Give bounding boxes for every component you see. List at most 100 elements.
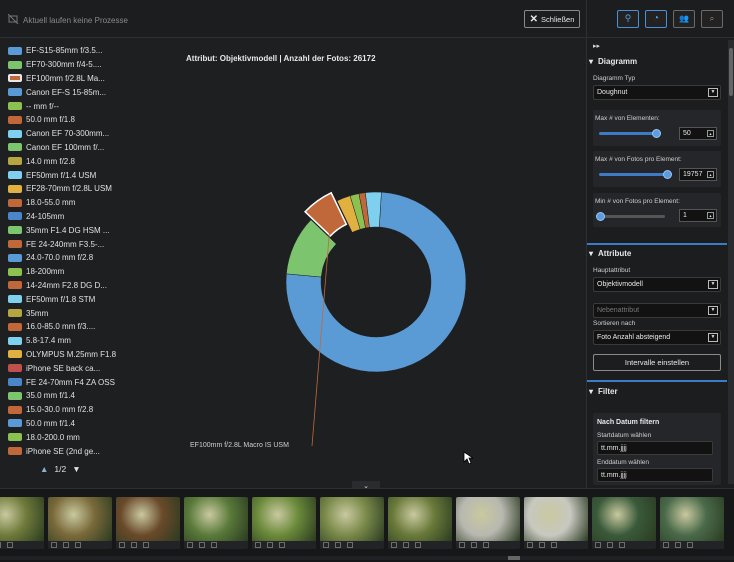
photo-thumbnail[interactable]	[0, 497, 44, 549]
legend-item[interactable]: 24.0-70.0 mm f/2.8	[8, 251, 178, 265]
photo-thumbnail[interactable]	[660, 497, 724, 549]
star-icon[interactable]	[619, 542, 625, 548]
photo-thumbnail[interactable]	[524, 497, 588, 549]
legend-item[interactable]: 18-200mm	[8, 265, 178, 279]
pager-next-icon[interactable]: ▼	[72, 464, 80, 474]
people-tool-button[interactable]: 👥	[673, 9, 695, 28]
close-button[interactable]: ✕ Schließen	[524, 10, 580, 28]
flag-icon[interactable]	[403, 542, 409, 548]
scrollbar-thumb[interactable]	[508, 556, 520, 560]
star-icon[interactable]	[279, 542, 285, 548]
star-icon[interactable]	[551, 542, 557, 548]
set-intervals-button[interactable]: Intervalle einstellen	[593, 354, 721, 371]
legend-item[interactable]: EF100mm f/2.8L Ma...	[8, 72, 178, 86]
photo-thumbnail[interactable]	[116, 497, 180, 549]
end-date-input[interactable]: tt.mm.jjjj	[597, 468, 713, 482]
slider-knob[interactable]	[663, 170, 672, 179]
legend-item[interactable]: OLYMPUS M.25mm F1.8	[8, 348, 178, 362]
sidebar-scrollbar[interactable]	[728, 40, 734, 484]
min-photos-input[interactable]: 1 ▴	[679, 209, 717, 222]
legend-item[interactable]: 5.8-17.4 mm	[8, 334, 178, 348]
star-icon[interactable]	[483, 542, 489, 548]
legend-item[interactable]: 50.0 mm f/1.4	[8, 417, 178, 431]
legend-item[interactable]: 18.0-200.0 mm	[8, 430, 178, 444]
legend-item[interactable]: 35mm	[8, 306, 178, 320]
flag-icon[interactable]	[63, 542, 69, 548]
section-filter[interactable]: ▾ Filter	[589, 387, 618, 396]
secondary-attribute-select[interactable]: Nebenattribut ▼	[593, 303, 721, 318]
flag-icon[interactable]	[199, 542, 205, 548]
legend-item[interactable]: EF70-300mm f/4-5....	[8, 58, 178, 72]
stepper-icon[interactable]: ▴	[707, 171, 714, 178]
flag-icon[interactable]	[131, 542, 137, 548]
star-icon[interactable]	[687, 542, 693, 548]
star-icon[interactable]	[211, 542, 217, 548]
star-icon[interactable]	[143, 542, 149, 548]
legend-item[interactable]: EF-S15-85mm f/3.5...	[8, 44, 178, 58]
legend-item[interactable]: 14-24mm F2.8 DG D...	[8, 279, 178, 293]
main-attribute-select[interactable]: Objektivmodell ▼	[593, 277, 721, 292]
photo-thumbnail[interactable]	[388, 497, 452, 549]
legend-item[interactable]: 14.0 mm f/2.8	[8, 154, 178, 168]
legend-item[interactable]: 16.0-85.0 mm f/3....	[8, 320, 178, 334]
max-elements-slider[interactable]	[599, 129, 661, 138]
select-checkbox[interactable]	[527, 542, 533, 548]
select-checkbox[interactable]	[187, 542, 193, 548]
star-icon[interactable]	[347, 542, 353, 548]
flag-icon[interactable]	[539, 542, 545, 548]
chart-tool-button[interactable]: ◔	[645, 9, 667, 28]
section-diagramm[interactable]: ▾ Diagramm	[589, 57, 637, 66]
tag-tool-button[interactable]: ⚲	[617, 9, 639, 28]
select-checkbox[interactable]	[459, 542, 465, 548]
select-checkbox[interactable]	[119, 542, 125, 548]
photo-thumbnail[interactable]	[184, 497, 248, 549]
legend-item[interactable]: 18.0-55.0 mm	[8, 196, 178, 210]
legend-item[interactable]: Canon EF 70-300mm...	[8, 127, 178, 141]
legend-item[interactable]: EF50mm f/1.8 STM	[8, 292, 178, 306]
photo-thumbnail[interactable]	[592, 497, 656, 549]
search-tool-button[interactable]: ⌕	[701, 9, 723, 28]
flag-icon[interactable]	[607, 542, 613, 548]
legend-item[interactable]: iPhone SE (2nd ge...	[8, 444, 178, 458]
collapse-icon[interactable]: ▸▸	[593, 42, 600, 50]
photo-thumbnail[interactable]	[48, 497, 112, 549]
legend-item[interactable]: 24-105mm	[8, 210, 178, 224]
flag-icon[interactable]	[471, 542, 477, 548]
stepper-icon[interactable]: ▴	[707, 130, 714, 137]
legend-item[interactable]: Canon EF-S 15-85m...	[8, 85, 178, 99]
max-photos-input[interactable]: 19757 ▴	[679, 168, 717, 181]
slider-knob[interactable]	[596, 212, 605, 221]
flag-icon[interactable]	[0, 542, 1, 548]
start-date-input[interactable]: tt.mm.jjjj	[597, 441, 713, 455]
legend-item[interactable]: 35.0 mm f/1.4	[8, 389, 178, 403]
photo-thumbnail[interactable]	[252, 497, 316, 549]
photo-thumbnail[interactable]	[320, 497, 384, 549]
star-icon[interactable]	[7, 542, 13, 548]
legend-item[interactable]: 50.0 mm f/1.8	[8, 113, 178, 127]
star-icon[interactable]	[75, 542, 81, 548]
chart-type-select[interactable]: Doughnut ▼	[593, 85, 721, 100]
flag-icon[interactable]	[675, 542, 681, 548]
legend-item[interactable]: 35mm F1.4 DG HSM ...	[8, 223, 178, 237]
min-photos-slider[interactable]	[596, 212, 665, 221]
legend-item[interactable]: FE 24-70mm F4 ZA OSS	[8, 375, 178, 389]
max-elements-input[interactable]: 50 ▴	[679, 127, 717, 140]
legend-item[interactable]: 15.0-30.0 mm f/2.8	[8, 403, 178, 417]
sort-select[interactable]: Foto Anzahl absteigend ▼	[593, 330, 721, 345]
legend-item[interactable]: iPhone SE back ca...	[8, 361, 178, 375]
flag-icon[interactable]	[267, 542, 273, 548]
select-checkbox[interactable]	[391, 542, 397, 548]
flag-icon[interactable]	[335, 542, 341, 548]
legend-item[interactable]: FE 24-240mm F3.5-...	[8, 237, 178, 251]
legend-item[interactable]: -- mm f/--	[8, 99, 178, 113]
select-checkbox[interactable]	[255, 542, 261, 548]
select-checkbox[interactable]	[323, 542, 329, 548]
photo-thumbnail[interactable]	[456, 497, 520, 549]
donut-chart[interactable]	[180, 70, 580, 450]
star-icon[interactable]	[415, 542, 421, 548]
select-checkbox[interactable]	[51, 542, 57, 548]
max-photos-slider[interactable]	[599, 170, 672, 179]
legend-item[interactable]: EF50mm f/1.4 USM	[8, 168, 178, 182]
section-attribute[interactable]: ▾ Attribute	[589, 249, 631, 258]
select-checkbox[interactable]	[595, 542, 601, 548]
